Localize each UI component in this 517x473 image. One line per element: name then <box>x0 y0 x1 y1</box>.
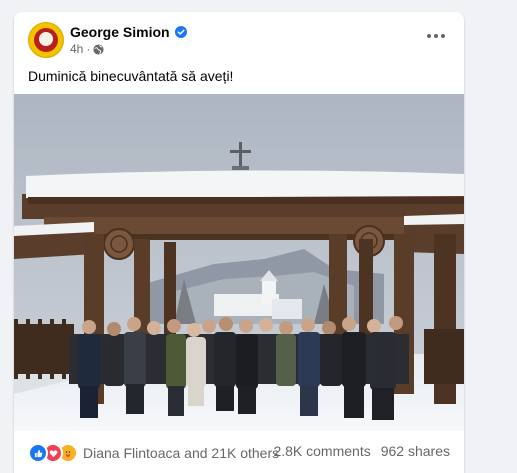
author-name[interactable]: George Simion <box>70 24 170 40</box>
dot-icon <box>441 34 445 38</box>
shares-count[interactable]: 962 shares <box>381 443 450 459</box>
like-icon <box>28 443 48 463</box>
post-photo[interactable] <box>14 94 464 431</box>
meta-separator: · <box>86 42 91 56</box>
dot-icon <box>434 34 438 38</box>
more-options-button[interactable] <box>422 26 450 46</box>
post-meta: 4h · <box>70 42 104 56</box>
post-stats: 2.8K comments 962 shares <box>273 443 450 459</box>
post-footer: Diana Flintoaca and 21K others 2.8K comm… <box>14 431 464 473</box>
post-time[interactable]: 4h <box>70 42 83 56</box>
dot-icon <box>427 34 431 38</box>
author-name-row: George Simion <box>70 24 187 40</box>
comments-count[interactable]: 2.8K comments <box>273 443 370 459</box>
verified-badge-icon <box>174 26 187 38</box>
reactions-summary[interactable]: Diana Flintoaca and 21K others <box>28 443 279 463</box>
post-header: George Simion 4h · <box>14 12 464 68</box>
avatar[interactable] <box>28 22 64 58</box>
post-card: George Simion 4h · Duminică binecuvântat… <box>14 12 464 473</box>
reactions-text[interactable]: Diana Flintoaca and 21K others <box>83 445 279 461</box>
globe-icon <box>93 43 104 55</box>
post-caption: Duminică binecuvântată să aveți! <box>28 68 234 84</box>
